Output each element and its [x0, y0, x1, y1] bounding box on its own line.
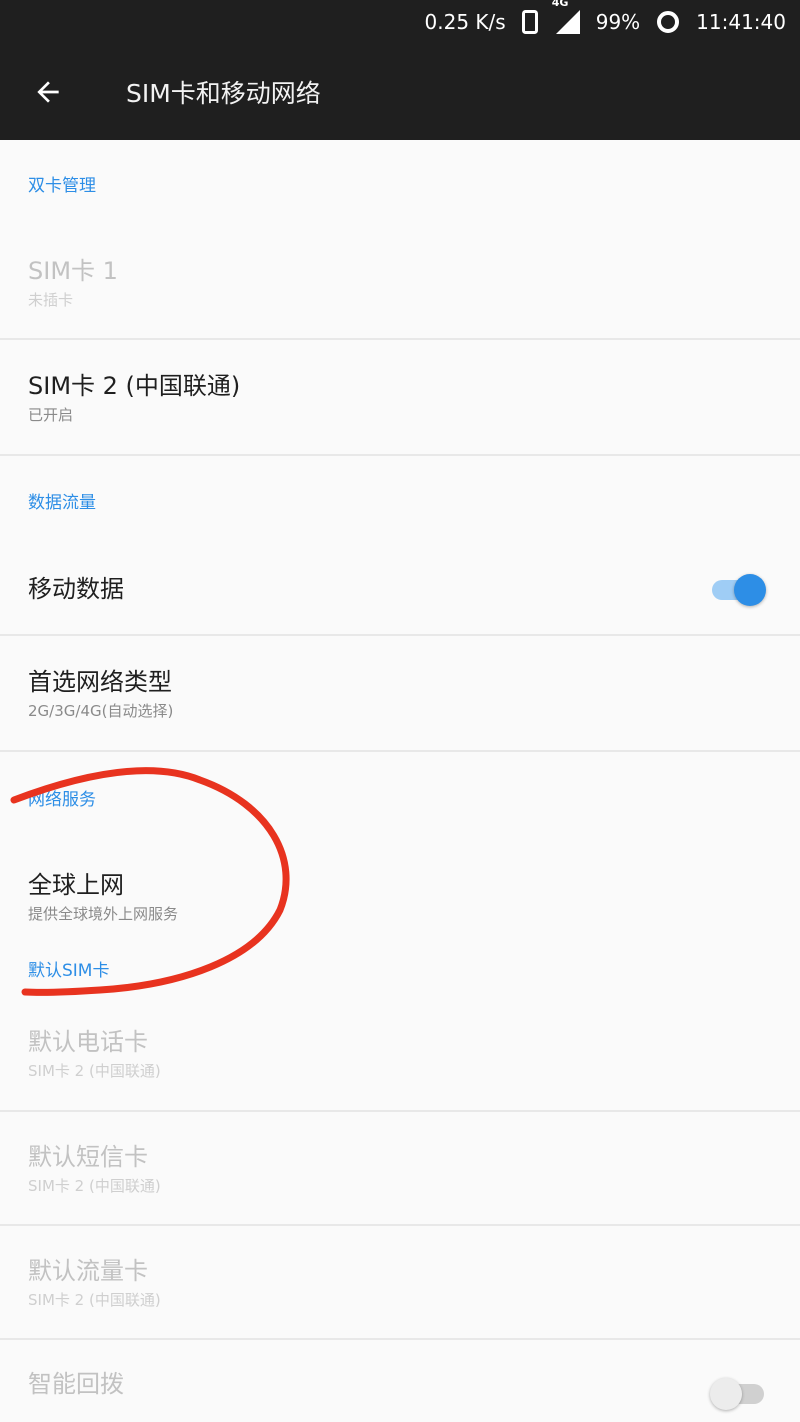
- section-header-default-sim: 默认SIM卡: [28, 960, 110, 981]
- phone-icon: [521, 10, 538, 34]
- signal-icon: 4G: [552, 0, 580, 34]
- global-roaming-subtitle: 提供全球境外上网服务: [28, 904, 179, 923]
- mobile-data-item[interactable]: 移动数据: [0, 544, 800, 636]
- sim1-subtitle: 未插卡: [28, 290, 74, 309]
- global-roaming-item[interactable]: 全球上网 提供全球境外上网服务: [0, 842, 800, 950]
- default-data-item[interactable]: 默认流量卡 SIM卡 2 (中国联通): [0, 1226, 800, 1340]
- sim1-title: SIM卡 1: [28, 256, 118, 285]
- network-type-subtitle: 2G/3G/4G(自动选择): [28, 701, 174, 720]
- sim2-subtitle: 已开启: [28, 405, 74, 424]
- sim2-item[interactable]: SIM卡 2 (中国联通) 已开启: [0, 340, 800, 456]
- toggle-thumb: [710, 1378, 742, 1410]
- status-bar: 0.25 K/s 4G 99% 11:41:40: [0, 0, 800, 44]
- default-sms-title: 默认短信卡: [28, 1142, 148, 1171]
- mobile-data-toggle[interactable]: [710, 572, 766, 606]
- sim2-title: SIM卡 2 (中国联通): [28, 371, 241, 400]
- smart-switch-toggle[interactable]: [710, 1376, 766, 1410]
- network-type-label: 4G: [551, 0, 569, 9]
- settings-list: 双卡管理 SIM卡 1 未插卡 SIM卡 2 (中国联通) 已开启 数据流量 移…: [0, 140, 800, 1420]
- default-sms-item[interactable]: 默认短信卡 SIM卡 2 (中国联通): [0, 1112, 800, 1226]
- battery-percent: 99%: [595, 10, 641, 34]
- default-call-title: 默认电话卡: [28, 1027, 148, 1056]
- arrow-back-icon: [37, 81, 59, 103]
- smart-switch-item[interactable]: 智能回拨: [0, 1340, 800, 1420]
- default-call-item[interactable]: 默认电话卡 SIM卡 2 (中国联通): [0, 986, 800, 1112]
- default-sms-subtitle: SIM卡 2 (中国联通): [28, 1176, 161, 1195]
- default-data-title: 默认流量卡: [28, 1256, 148, 1285]
- default-data-subtitle: SIM卡 2 (中国联通): [28, 1290, 161, 1309]
- section-header-dual-sim: 双卡管理: [28, 175, 96, 196]
- default-call-subtitle: SIM卡 2 (中国联通): [28, 1061, 161, 1080]
- network-type-item[interactable]: 首选网络类型 2G/3G/4G(自动选择): [0, 636, 800, 752]
- back-button[interactable]: [0, 44, 100, 140]
- network-type-title: 首选网络类型: [28, 667, 172, 696]
- section-header-network-service: 网络服务: [28, 789, 96, 810]
- global-roaming-title: 全球上网: [28, 870, 124, 899]
- toggle-thumb: [734, 574, 766, 606]
- mobile-data-title: 移动数据: [28, 575, 124, 603]
- section-header-data: 数据流量: [28, 492, 96, 513]
- battery-icon: [656, 10, 680, 34]
- sim1-item[interactable]: SIM卡 1 未插卡: [0, 226, 800, 340]
- page-title: SIM卡和移动网络: [126, 79, 321, 108]
- clock: 11:41:40: [696, 10, 786, 34]
- network-speed: 0.25 K/s: [424, 10, 506, 34]
- app-bar: SIM卡和移动网络: [0, 44, 800, 140]
- smart-switch-title: 智能回拨: [28, 1370, 124, 1398]
